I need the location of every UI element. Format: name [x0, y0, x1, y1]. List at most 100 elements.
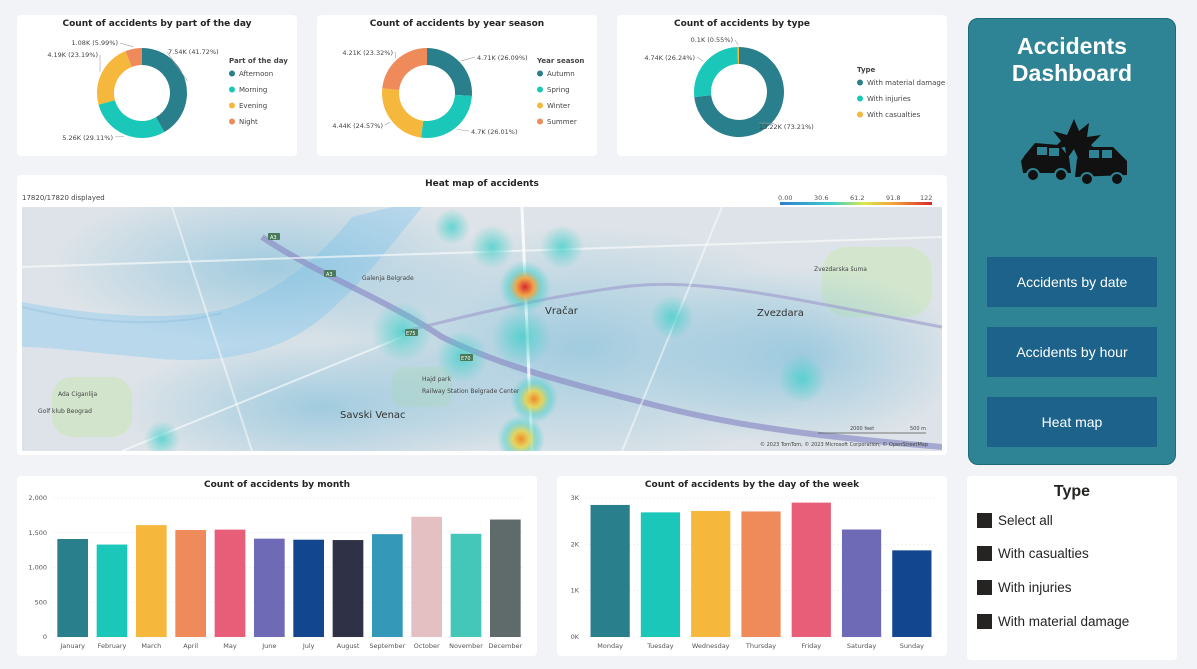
x-tick-label: Sunday [900, 642, 924, 650]
legend-item[interactable]: With casualties [867, 111, 921, 119]
road-label-a3: A3 [270, 235, 277, 241]
heat-scale: 0.00 30.6 61.2 91.8 122 [778, 194, 932, 205]
scale-tick-3: 91.8 [886, 194, 900, 202]
heat-map[interactable]: A3 A3 E75 E70 Vračar Zvezdara Savski Ven… [22, 207, 942, 451]
x-tick-label: August [337, 642, 360, 650]
legend-item[interactable]: Night [239, 118, 258, 126]
slicer-item-with-material-damage[interactable]: With material damage [977, 614, 1129, 629]
x-tick-label: Friday [801, 642, 821, 650]
slice-data-label: 4.74K (26.24%) [644, 54, 695, 62]
bar-saturday[interactable] [841, 529, 882, 637]
bar-march[interactable] [135, 525, 167, 637]
legend-title: Year season [536, 57, 584, 65]
bar-thursday[interactable] [741, 511, 781, 637]
x-tick-label: February [98, 642, 127, 650]
month-bar-chart: 0 500 1,000 1,500 2,000 January February March A… [28, 494, 525, 650]
legend-item[interactable]: Autumn [547, 70, 575, 78]
bar-may[interactable] [214, 529, 246, 637]
donut-slice-with-injuries[interactable] [694, 47, 739, 98]
y-tick-label: 1,000 [28, 564, 47, 572]
legend-dot [537, 70, 543, 77]
x-tick-label: July [302, 642, 315, 650]
slice-data-label: 4.19K (23.19%) [47, 51, 98, 59]
type-donut: 13.22K (73.21%) 4.74K (26.24%) 0.1K (0.55%… [644, 36, 945, 137]
leader-line [119, 42, 134, 48]
place-hajd-park: Hajd park [422, 376, 452, 383]
dashboard-title-line1: Accidents [1017, 33, 1127, 59]
x-tick-label: October [414, 642, 440, 650]
hotspot-north[interactable] [499, 261, 551, 313]
map-canvas[interactable]: A3 A3 E75 E70 Vračar Zvezdara Savski Ven… [22, 207, 942, 451]
y-tick-label: 2K [571, 540, 580, 548]
slicer-item-with-casualties[interactable]: With casualties [977, 546, 1089, 561]
slicer-item-with-injuries[interactable]: With injuries [977, 580, 1072, 595]
place-galenja: Galenja Belgrade [362, 275, 414, 282]
heat-map-button[interactable]: Heat map [987, 397, 1157, 447]
slicer-item-label: With injuries [998, 580, 1072, 595]
slice-data-label: 7.54K (41.72%) [168, 48, 219, 56]
place-savski-venac: Savski Venac [340, 410, 406, 421]
x-tick-label: December [488, 642, 522, 650]
y-tick-label: 0 [43, 633, 47, 641]
bar-february[interactable] [96, 544, 128, 637]
bar-august[interactable] [332, 540, 364, 637]
displayed-count: 17820/17820 displayed [22, 194, 105, 202]
legend-item[interactable]: Winter [547, 102, 570, 110]
slicer-item-select-all[interactable]: Select all [977, 513, 1053, 528]
bar-friday[interactable] [791, 502, 831, 637]
leader-line [696, 56, 704, 62]
legend-item[interactable]: Summer [547, 118, 577, 126]
y-tick-label: 3K [571, 494, 580, 502]
donut-slice-spring[interactable] [421, 94, 472, 138]
part-of-day-card: Count of accidents by part of the day 7.… [17, 15, 297, 156]
bar-sunday[interactable] [892, 550, 932, 637]
bar-september[interactable] [371, 534, 403, 637]
place-vracar: Vračar [545, 305, 579, 317]
slicer-item-label: With casualties [998, 546, 1089, 561]
bar-july[interactable] [293, 539, 325, 637]
bar-december[interactable] [489, 519, 521, 637]
scale-tick-1: 30.6 [814, 194, 828, 202]
bar-monday[interactable] [590, 504, 630, 637]
checkbox-icon[interactable] [977, 546, 992, 561]
bar-november[interactable] [450, 533, 482, 637]
donut-slice-morning[interactable] [98, 100, 165, 138]
month-card: Count of accidents by month 0 500 1,000 1,5… [17, 476, 537, 656]
accidents-by-hour-button[interactable]: Accidents by hour [987, 327, 1157, 377]
donut-slice-winter[interactable] [382, 88, 424, 138]
bar-october[interactable] [411, 516, 443, 637]
legend-item[interactable]: Spring [547, 86, 570, 94]
place-ada-ciganlija: Ada Ciganlija [58, 391, 98, 398]
donut-slice-evening[interactable] [97, 51, 132, 105]
weekday-bar-chart: 0K 1K 2K 3K Monday Tuesday Wednesday Thursday Fr… [571, 494, 937, 650]
accidents-by-date-button[interactable]: Accidents by date [987, 257, 1157, 307]
bar-wednesday[interactable] [691, 510, 731, 637]
checkbox-icon[interactable] [977, 580, 992, 595]
bar-april[interactable] [175, 529, 207, 637]
x-tick-label: Tuesday [646, 642, 674, 650]
legend-item[interactable]: Evening [239, 102, 267, 110]
checkbox-icon[interactable] [977, 513, 992, 528]
x-tick-label: March [141, 642, 161, 650]
bar-tuesday[interactable] [640, 512, 681, 637]
legend-item[interactable]: Afternoon [239, 70, 273, 78]
bar-june[interactable] [253, 538, 285, 637]
legend-item[interactable]: With injuries [867, 95, 911, 103]
slicer-title: Type [1053, 483, 1091, 500]
legend-dot [857, 95, 863, 102]
leader-line [384, 121, 391, 126]
donut-slice-autumn[interactable] [427, 48, 472, 97]
checkbox-icon[interactable] [977, 614, 992, 629]
legend-item[interactable]: Morning [239, 86, 267, 94]
leader-line [734, 39, 739, 46]
x-tick-label: Wednesday [692, 642, 730, 650]
bar-january[interactable] [57, 539, 89, 637]
scale-gradient [780, 202, 932, 205]
part-of-day-donut: 7.54K (41.72%) 5.26K (29.11%) 4.19K (23.19… [47, 39, 288, 142]
donut-slice-afternoon[interactable] [142, 48, 187, 133]
x-tick-label: Monday [597, 642, 623, 650]
legend-dot [229, 86, 235, 93]
map-attribution: © 2023 TomTom, © 2023 Microsoft Corporat… [760, 441, 928, 448]
legend-item[interactable]: With material damage [867, 79, 945, 87]
x-tick-label: Saturday [847, 642, 876, 650]
